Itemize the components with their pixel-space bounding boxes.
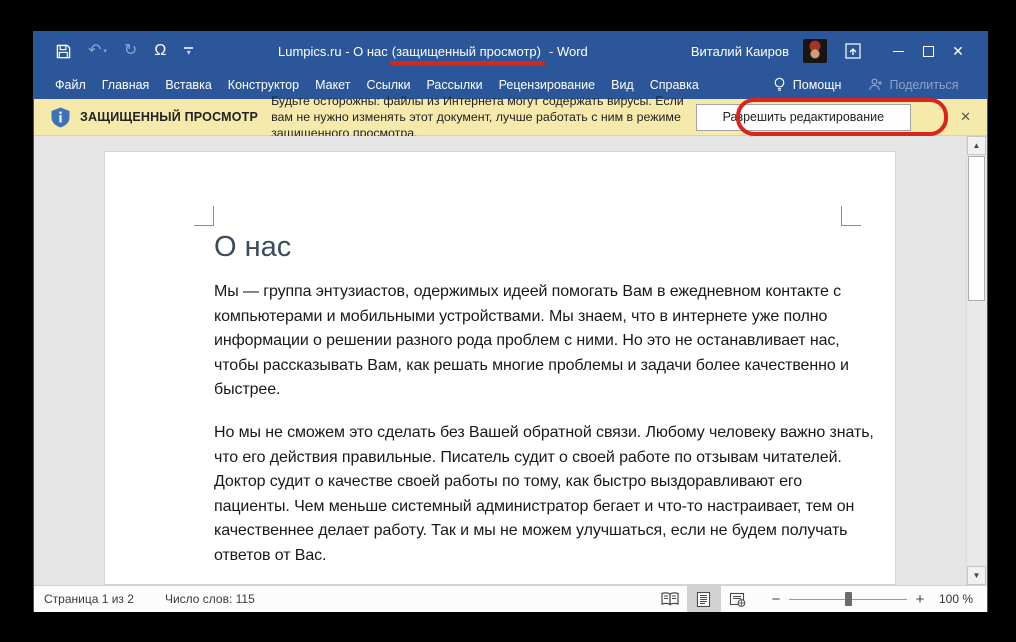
title-bar-right: Виталий Каиров ✕ — [691, 32, 987, 70]
print-layout-button[interactable] — [687, 586, 721, 612]
tab-layout[interactable]: Макет — [307, 78, 358, 92]
page-count-indicator[interactable]: Страница 1 из 2 — [44, 592, 134, 606]
margin-corner-mark-left — [194, 206, 214, 226]
tab-home[interactable]: Главная — [94, 78, 158, 92]
zoom-in-icon[interactable]: + — [913, 591, 927, 608]
quick-access-toolbar: ↶ ▾ ↻ Ω ▾ — [56, 32, 194, 70]
zoom-slider-thumb[interactable] — [845, 592, 852, 606]
margin-corner-mark-right — [841, 206, 861, 226]
tab-view[interactable]: Вид — [603, 78, 642, 92]
window-title: Lumpics.ru - О нас (защищенный просмотр)… — [278, 32, 592, 70]
user-avatar[interactable] — [803, 39, 827, 63]
minimize-button[interactable] — [883, 32, 913, 70]
enable-editing-button[interactable]: Разрешить редактирование — [696, 104, 911, 131]
undo-dropdown-caret[interactable]: ▾ — [103, 47, 107, 55]
title-bar: ↶ ▾ ↻ Ω ▾ Lumpics.ru - О нас (защищенный… — [34, 32, 987, 70]
undo-icon[interactable]: ↶ ▾ — [88, 43, 107, 59]
zoom-slider[interactable] — [789, 592, 907, 606]
protected-view-bar: ЗАЩИЩЕННЫЙ ПРОСМОТР Будьте осторожны: фа… — [34, 99, 987, 136]
lightbulb-icon — [773, 77, 786, 92]
vertical-scrollbar[interactable]: ▲ ▼ — [966, 136, 986, 585]
share-button[interactable]: Поделиться — [869, 78, 958, 92]
tell-me-assistant[interactable]: Помощн — [773, 77, 842, 92]
scroll-up-icon[interactable]: ▲ — [967, 136, 986, 155]
redo-icon[interactable]: ↻ — [124, 43, 137, 59]
insert-symbol-icon[interactable]: Ω — [154, 43, 166, 59]
title-app-name: - Word — [549, 44, 588, 59]
maximize-button[interactable] — [913, 32, 943, 70]
save-icon[interactable] — [56, 44, 71, 59]
share-person-icon — [869, 78, 883, 91]
close-button[interactable]: ✕ — [943, 32, 973, 70]
document-canvas: О нас Мы — группа энтузиастов, одержимых… — [34, 136, 987, 585]
protected-view-label: ЗАЩИЩЕННЫЙ ПРОСМОТР — [80, 110, 258, 124]
tab-file[interactable]: Файл — [47, 78, 94, 92]
title-document-name: Lumpics.ru - О нас — [278, 44, 388, 59]
tab-help[interactable]: Справка — [642, 78, 707, 92]
web-layout-button[interactable] — [721, 586, 755, 612]
tab-review[interactable]: Рецензирование — [491, 78, 604, 92]
document-paragraph: Мы — группа энтузиастов, одержимых идеей… — [214, 280, 876, 403]
document-heading: О нас — [214, 230, 876, 264]
zoom-percentage[interactable]: 100 % — [939, 592, 973, 606]
read-mode-button[interactable] — [653, 586, 687, 612]
scrollbar-thumb[interactable] — [968, 156, 985, 301]
banner-close-icon[interactable]: ✕ — [960, 109, 971, 125]
document-page[interactable]: О нас Мы — группа энтузиастов, одержимых… — [104, 151, 896, 585]
status-bar-right: − + 100 % — [653, 586, 987, 612]
tab-design[interactable]: Конструктор — [220, 78, 307, 92]
word-count-indicator[interactable]: Число слов: 115 — [165, 592, 255, 606]
ribbon-display-options-icon[interactable] — [845, 43, 861, 59]
status-bar: Страница 1 из 2 Число слов: 115 — [34, 585, 987, 612]
scroll-down-icon[interactable]: ▼ — [967, 566, 986, 585]
word-window: ↶ ▾ ↻ Ω ▾ Lumpics.ru - О нас (защищенный… — [33, 31, 988, 612]
document-paragraph: Но мы не сможем это сделать без Вашей об… — [214, 421, 876, 569]
tab-insert[interactable]: Вставка — [157, 78, 219, 92]
red-underline-annotation — [390, 61, 545, 66]
title-protected-view-text: (защищенный просмотр) — [392, 44, 545, 59]
signed-in-user[interactable]: Виталий Каиров — [691, 44, 789, 59]
customize-quick-access-icon[interactable]: ▾ — [183, 47, 194, 56]
tab-references[interactable]: Ссылки — [358, 78, 418, 92]
shield-info-icon — [51, 107, 70, 128]
zoom-out-icon[interactable]: − — [769, 591, 783, 608]
tab-mailings[interactable]: Рассылки — [418, 78, 490, 92]
protected-view-message: Будьте осторожны: файлы из Интернета мог… — [271, 93, 696, 141]
document-body: О нас Мы — группа энтузиастов, одержимых… — [214, 230, 876, 585]
